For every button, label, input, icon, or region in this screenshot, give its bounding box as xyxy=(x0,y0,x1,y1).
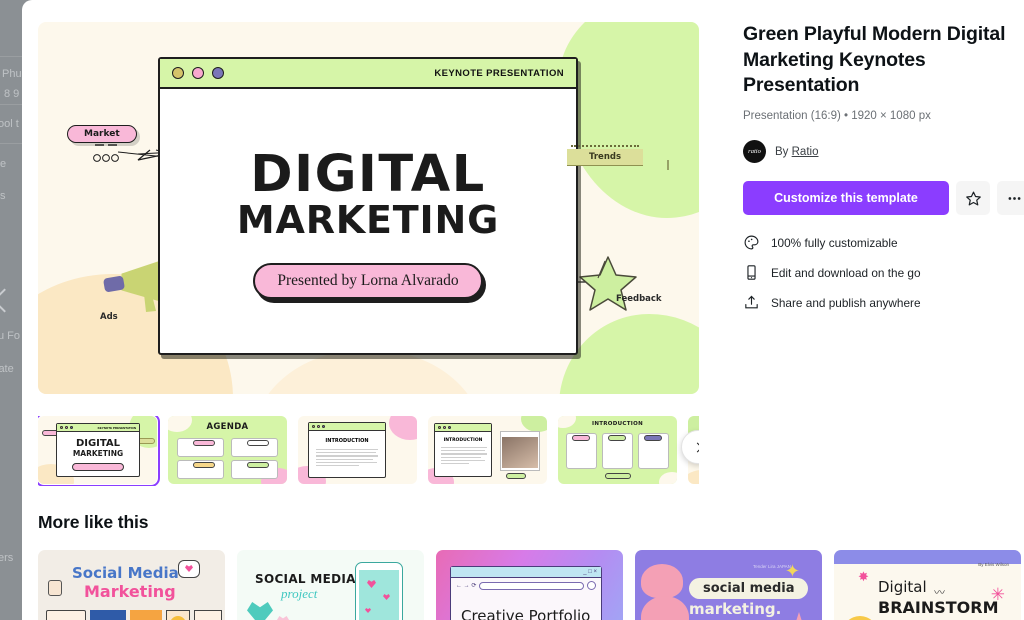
heart-icon xyxy=(247,602,273,620)
related-card-line1: Digital xyxy=(878,578,927,596)
thumbnail-subheading: MARKETING xyxy=(72,449,124,458)
window-dot-purple-icon xyxy=(212,67,224,79)
window-dot-yellow-icon xyxy=(172,67,184,79)
template-meta: Presentation (16:9) • 1920 × 1080 px xyxy=(743,110,931,123)
window-dots xyxy=(172,67,224,79)
star-outline-icon xyxy=(965,191,981,206)
callout-trends: Trends xyxy=(567,145,644,166)
avatar-icon xyxy=(587,581,596,590)
thumbnail-slide-4[interactable]: INTRODUCTION xyxy=(428,416,547,484)
spark-icon: ✳ xyxy=(990,585,1005,604)
related-card-social-media-project[interactable]: SOCIAL MEDIA project Benefits dream xyxy=(237,550,424,620)
more-like-this-heading: More like this xyxy=(38,512,149,532)
author-link[interactable]: Ratio xyxy=(792,146,819,158)
bg-fragment: s xyxy=(0,190,6,202)
thumbnail-heading: INTRODUCTION xyxy=(325,438,369,444)
thumbnails-next-button[interactable] xyxy=(681,430,699,464)
related-card-line1: social media xyxy=(689,578,809,599)
action-row: Customize this template xyxy=(743,181,1024,216)
author-row: ratio By Ratio xyxy=(743,140,1024,164)
address-bar[interactable] xyxy=(479,581,584,590)
lightbulb-icon xyxy=(842,616,878,620)
slide-window-titlebar: KEYNOTE PRESENTATION xyxy=(160,59,576,89)
thumbs-up-icon xyxy=(48,580,62,596)
related-card-credit: By Elvis Wilson xyxy=(978,562,1009,567)
thumbnail-heading: INTRODUCTION xyxy=(443,438,483,443)
author-prefix: By xyxy=(775,145,789,158)
feature-mobile-edit: Edit and download on the go xyxy=(743,264,1024,281)
palette-icon xyxy=(744,235,759,250)
slide-window-body: DIGITAL MARKETING Presented by Lorna Alv… xyxy=(160,89,576,354)
related-card-social-media-marketing[interactable]: Social Media Marketing xyxy=(38,550,225,620)
related-card-line2: BRAINSTORM xyxy=(878,598,999,617)
thumbnail-slide-3[interactable]: INTRODUCTION xyxy=(298,416,417,484)
bg-fragment: ool t xyxy=(0,118,19,130)
template-preview[interactable]: KEYNOTE PRESENTATION DIGITAL MARKETING P… xyxy=(38,22,699,394)
more-options-button[interactable] xyxy=(997,181,1024,216)
template-detail-modal: KEYNOTE PRESENTATION DIGITAL MARKETING P… xyxy=(22,0,1024,620)
callout-feedback: Feedback xyxy=(616,294,662,304)
thumbnail-slide-2[interactable]: AGENDA xyxy=(168,416,287,484)
feature-label: Edit and download on the go xyxy=(771,265,921,280)
related-card-line1: Social Media xyxy=(72,564,179,582)
related-card-line2: project xyxy=(281,586,318,601)
bg-fragment: e xyxy=(0,158,7,170)
thumbnail-slide-1[interactable]: KEYNOTE PRESENTATION DIGITAL MARKETING xyxy=(38,416,160,486)
bg-fragment: 8 9 xyxy=(4,88,20,100)
mobile-device-icon xyxy=(747,265,756,280)
more-like-this-grid: Social Media Marketing SOCIAL MEDIA proj… xyxy=(38,550,1024,620)
feature-label: Share and publish anywhere xyxy=(771,295,921,310)
window-dot-pink-icon xyxy=(192,67,204,79)
related-card-line1: Creative Portfolio xyxy=(461,607,591,620)
slide-heading-line2: MARKETING xyxy=(236,198,500,243)
thumbnail-slide-5[interactable]: INTRODUCTION xyxy=(558,416,677,484)
author-byline: By Ratio xyxy=(775,146,818,158)
favorite-button[interactable] xyxy=(956,181,990,216)
feature-share-publish: Share and publish anywhere xyxy=(743,294,1024,311)
customize-template-button[interactable]: Customize this template xyxy=(743,181,949,216)
related-card-creative-portfolio[interactable]: _ □ × ← → ⟳ Creative Portfolio xyxy=(436,550,623,620)
feature-list: 100% fully customizable Edit and downloa… xyxy=(743,234,1024,311)
bg-fragment: ers xyxy=(0,552,14,564)
chevron-right-icon xyxy=(692,442,699,452)
slide-heading-line1: DIGITAL xyxy=(250,144,486,204)
browser-titlebar: _ □ × xyxy=(451,567,601,578)
ellipsis-icon xyxy=(1008,196,1020,200)
callout-ads: Ads xyxy=(100,312,118,322)
share-upload-icon xyxy=(745,295,758,309)
squiggle-icon: 〰 xyxy=(934,587,945,599)
template-title: Green Playful Modern Digital Marketing K… xyxy=(743,23,1006,97)
related-card-line2: Marketing xyxy=(84,582,176,601)
slide-presenter-pill: Presented by Lorna Alvarado xyxy=(253,263,483,300)
feature-label: 100% fully customizable xyxy=(771,235,898,250)
callout-market: Market xyxy=(67,125,137,143)
bg-fragment: u Fo xyxy=(0,330,21,342)
browser-window-mock: _ □ × ← → ⟳ Creative Portfolio xyxy=(450,566,602,620)
related-card-line2: marketing. xyxy=(689,600,782,618)
slide-window-title: KEYNOTE PRESENTATION xyxy=(434,67,564,79)
author-avatar[interactable]: ratio xyxy=(743,140,766,164)
template-info-panel: Green Playful Modern Digital Marketing K… xyxy=(743,22,1024,324)
related-card-digital-brainstorm[interactable]: By Elvis Wilson Digital BRAINSTORM ✸ ✳ 〰 xyxy=(834,550,1021,620)
bg-fragment: Phu xyxy=(2,68,22,80)
thumbnail-heading: DIGITAL xyxy=(75,438,121,449)
related-card-line1: SOCIAL MEDIA xyxy=(255,572,356,586)
slide-thumbnail-strip[interactable]: KEYNOTE PRESENTATION DIGITAL MARKETING A… xyxy=(38,416,699,486)
feature-customizable: 100% fully customizable xyxy=(743,234,1024,251)
related-card-social-media-marketing-purple[interactable]: Tender Lira JAPAN social media marketing… xyxy=(635,550,822,620)
spark-icon: ✸ xyxy=(858,569,869,584)
starburst-icon xyxy=(782,612,816,620)
slide-window-mock: KEYNOTE PRESENTATION DIGITAL MARKETING P… xyxy=(158,57,578,355)
bg-fragment: late xyxy=(0,363,14,375)
heart-icon xyxy=(277,616,289,620)
sparkle-icon: ✦ xyxy=(784,561,800,581)
preview-column: KEYNOTE PRESENTATION DIGITAL MARKETING P… xyxy=(38,22,1021,620)
